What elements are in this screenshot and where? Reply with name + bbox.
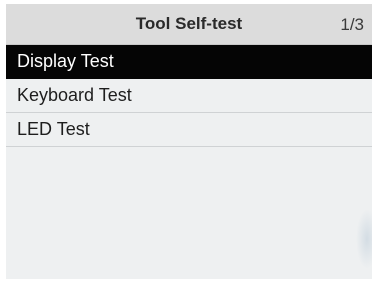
page-indicator: 1/3 <box>340 15 364 34</box>
menu-item-led-test[interactable]: LED Test <box>6 113 372 147</box>
test-menu: Display Test Keyboard Test LED Test <box>6 45 372 147</box>
device-screen: Tool Self-test 1/3 Display Test Keyboard… <box>6 4 372 279</box>
title-bar: Tool Self-test 1/3 <box>6 4 372 45</box>
menu-item-display-test[interactable]: Display Test <box>6 45 372 79</box>
menu-item-keyboard-test[interactable]: Keyboard Test <box>6 79 372 113</box>
screen-glare <box>356 209 372 269</box>
page-title: Tool Self-test <box>135 14 243 33</box>
